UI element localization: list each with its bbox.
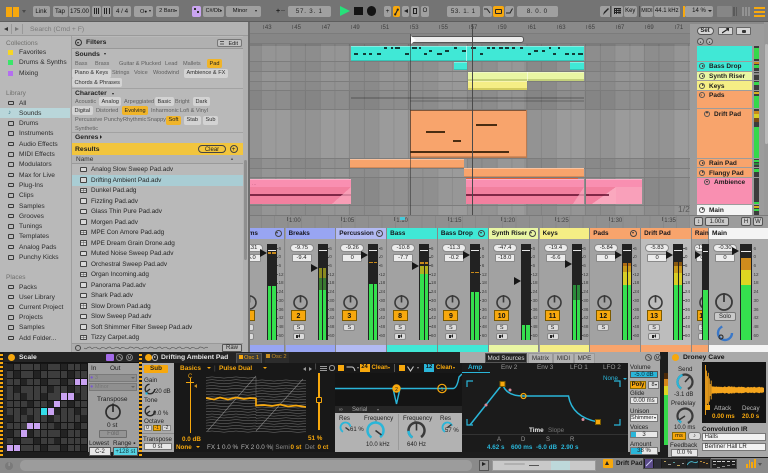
svg-text:2: 2	[395, 387, 398, 393]
svg-text:1: 1	[440, 387, 443, 393]
